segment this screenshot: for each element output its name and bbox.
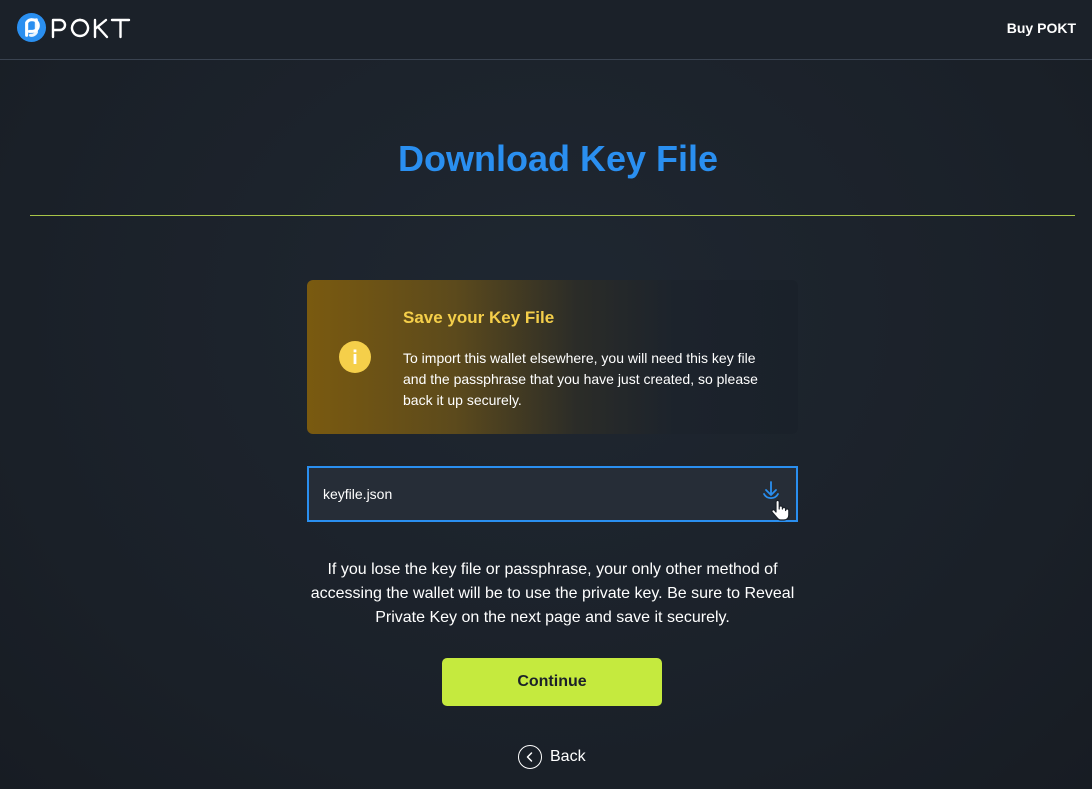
- pokt-logo-wordmark: [51, 18, 131, 38]
- page-title: Download Key File: [397, 138, 719, 179]
- hand-pointer-icon: [771, 499, 790, 521]
- continue-button[interactable]: Continue: [442, 658, 662, 706]
- info-icon: [339, 341, 371, 373]
- back-label: Back: [550, 748, 586, 765]
- pokt-logo-icon: [16, 12, 47, 43]
- save-key-file-notice: Save your Key File To import this wallet…: [307, 280, 798, 434]
- notice-body: To import this wallet elsewhere, you wil…: [403, 350, 758, 408]
- pokt-logo[interactable]: [16, 12, 132, 43]
- notice-title: Save your Key File: [403, 308, 555, 327]
- back-button[interactable]: Back: [518, 744, 586, 770]
- keyfile-name: keyfile.json: [323, 486, 393, 502]
- keyfile-download-field[interactable]: keyfile.json: [307, 466, 798, 522]
- page: Buy POKT Download Key File Save your Key…: [0, 0, 1092, 789]
- top-bar: Buy POKT: [0, 0, 1092, 60]
- private-key-warning: If you lose the key file or passphrase, …: [310, 561, 795, 626]
- buy-pokt-link[interactable]: Buy POKT: [1007, 20, 1076, 36]
- title-divider: [30, 215, 1075, 216]
- chevron-left-icon: [518, 745, 542, 769]
